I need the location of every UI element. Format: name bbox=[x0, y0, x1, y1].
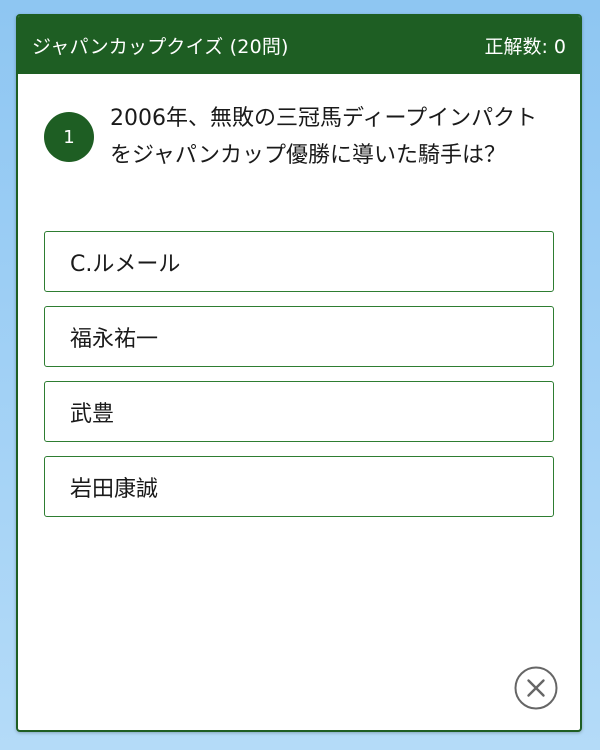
answer-choice[interactable]: 武豊 bbox=[44, 381, 554, 442]
close-icon bbox=[514, 666, 558, 710]
score-counter: 正解数: 0 bbox=[484, 35, 566, 58]
quiz-title: ジャパンカップクイズ (20問) bbox=[32, 35, 289, 58]
question-number-badge: 1 bbox=[44, 112, 94, 162]
close-button[interactable] bbox=[514, 666, 558, 710]
question-text: 2006年、無敗の三冠馬ディープインパクトをジャパンカップ優勝に導いた騎手は？ bbox=[110, 106, 538, 168]
quiz-card: ジャパンカップクイズ (20問) 正解数: 0 1 2006年、無敗の三冠馬ディ… bbox=[16, 14, 582, 732]
answer-choice[interactable]: 岩田康誠 bbox=[44, 456, 554, 517]
answer-choice[interactable]: 福永祐一 bbox=[44, 306, 554, 367]
quiz-header: ジャパンカップクイズ (20問) 正解数: 0 bbox=[18, 16, 580, 74]
answer-choices: C.ルメール 福永祐一 武豊 岩田康誠 bbox=[44, 231, 554, 531]
answer-choice[interactable]: C.ルメール bbox=[44, 231, 554, 292]
question-row: 1 2006年、無敗の三冠馬ディープインパクトをジャパンカップ優勝に導いた騎手は… bbox=[44, 100, 564, 174]
